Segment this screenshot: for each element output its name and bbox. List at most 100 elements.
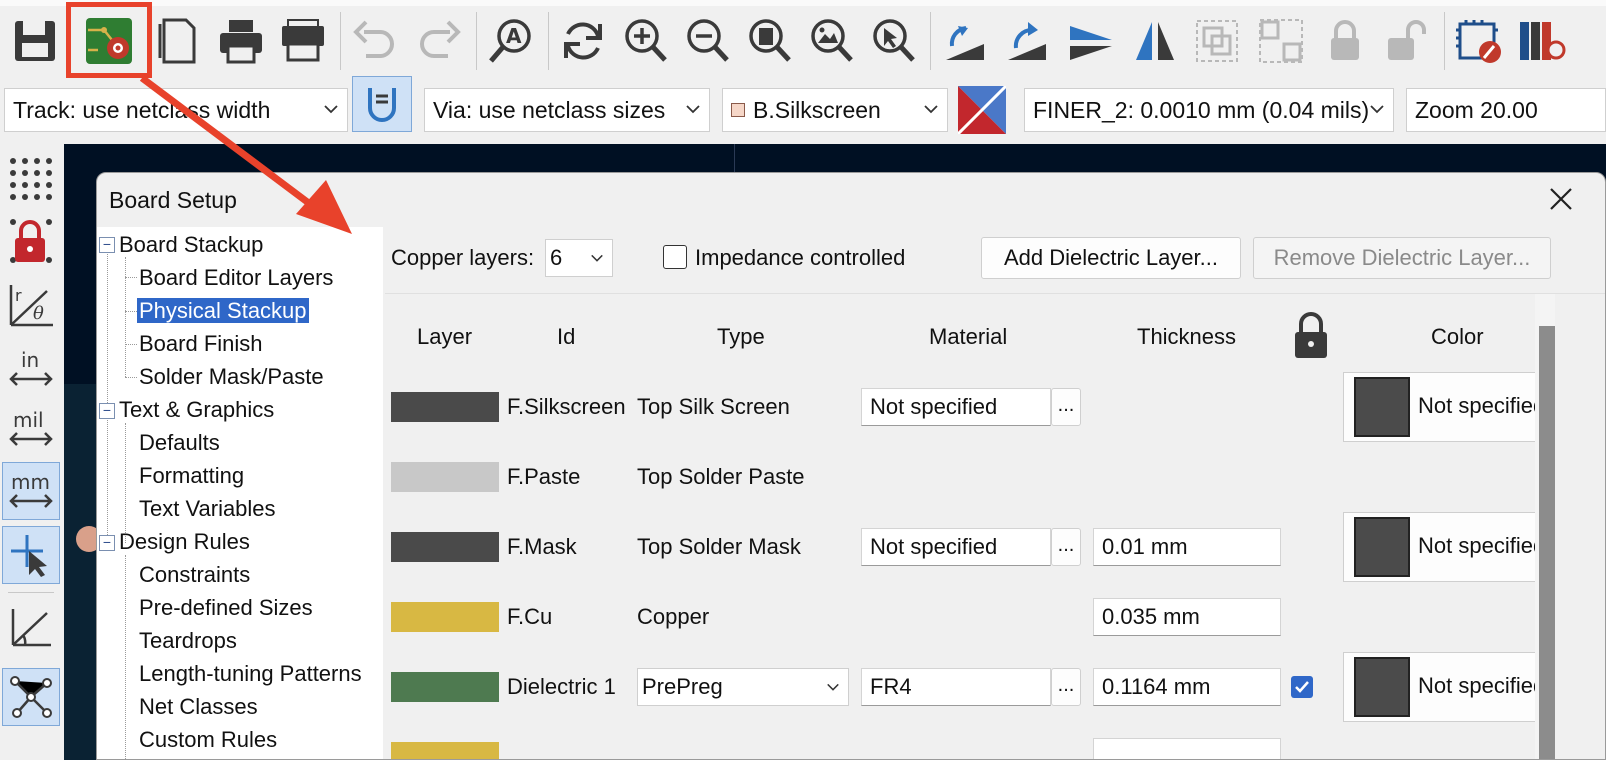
track-width-toggle-button[interactable] [352,76,412,132]
dimension-icon[interactable] [2,598,60,656]
tree-item-solder-mask-paste[interactable]: Solder Mask/Paste [139,363,324,391]
scrollbar-thumb[interactable] [1539,326,1555,759]
tree-item-design-rules[interactable]: Design Rules [119,528,250,556]
more-tools-icon[interactable] [2,734,60,760]
color-value: Not specified [1418,673,1546,698]
print-icon[interactable] [214,10,268,72]
zoom-selection-icon[interactable] [866,10,920,72]
zoom-out-icon[interactable] [680,10,734,72]
tree-collapse-icon[interactable]: − [99,237,115,253]
toolbar-separator [1444,12,1445,70]
via-size-select[interactable]: Via: use netclass sizes [424,88,710,132]
color-select[interactable]: Not specified [1343,652,1546,722]
zoom-fit-icon[interactable] [742,10,796,72]
tree-item-text-graphics[interactable]: Text & Graphics [119,396,274,424]
material-browse-button[interactable]: ... [1051,388,1081,426]
footprint-browser-icon[interactable] [1514,10,1568,72]
track-mode-icon [368,88,396,122]
tree-item-label: Board Stackup [119,232,264,257]
material-browse-button[interactable]: ... [1051,528,1081,566]
plot-icon[interactable] [276,10,330,72]
grid-value: FINER_2: 0.0010 mm (0.04 mils) [1033,96,1370,123]
rotate-cw-icon[interactable] [1000,10,1054,72]
track-width-select[interactable]: Track: use netclass width [4,88,348,132]
group-icon[interactable] [1190,10,1244,72]
layer-type: Top Silk Screen [637,394,790,419]
lock-icon [1295,312,1327,358]
tree-item-board-finish[interactable]: Board Finish [139,330,263,358]
redo-icon[interactable] [412,10,466,72]
layer-color-swatch [391,742,499,759]
tree-item-length-tuning-patterns[interactable]: Length-tuning Patterns [139,660,362,688]
tree-item-defaults[interactable]: Defaults [139,429,220,457]
mirror-icon[interactable] [1128,10,1182,72]
mils-units-icon[interactable]: mil [2,400,60,458]
millimeters-units-icon[interactable]: mm [2,462,60,520]
color-value: Not specified [1418,533,1546,558]
material-field[interactable]: Not specified [861,388,1051,426]
tree-line [125,377,137,378]
footprint-editor-icon[interactable] [1452,10,1506,72]
thickness-locked-checkbox[interactable] [1291,676,1313,698]
impedance-checkbox[interactable] [663,245,687,269]
top-strip [0,0,1606,6]
flip-icon[interactable] [1064,10,1118,72]
layer-color-swatch [391,672,499,702]
tree-item-net-classes[interactable]: Net Classes [139,693,258,721]
tree-item-text-variables[interactable]: Text Variables [139,495,276,523]
layer-color-swatch [391,392,499,422]
ratsnest-icon[interactable] [2,668,60,726]
zoom-in-icon[interactable] [618,10,672,72]
tree-collapse-icon[interactable]: − [99,535,115,551]
tree-item-constraints[interactable]: Constraints [139,561,250,589]
thickness-field[interactable]: 0.035 mm [1093,598,1281,636]
lock-icon[interactable] [1318,10,1372,72]
save-icon[interactable] [8,10,62,72]
column-header-thickness: Thickness [1137,324,1237,349]
tree-item-teardrops[interactable]: Teardrops [139,627,237,655]
unlock-icon[interactable] [1378,10,1432,72]
tree-item-formatting[interactable]: Formatting [139,462,244,490]
tree-item-board-stackup[interactable]: Board Stackup [119,231,263,259]
undo-icon[interactable] [348,10,402,72]
layer-color-swatch [391,602,499,632]
polar-coords-icon[interactable]: rθ [2,276,60,334]
grid-dots-icon[interactable] [2,150,60,208]
find-icon[interactable]: A [484,10,538,72]
layer-select[interactable]: B.Silkscreen [722,88,948,132]
zoom-objects-icon[interactable] [804,10,858,72]
add-dielectric-layer-button[interactable]: Add Dielectric Layer... [981,237,1241,279]
zoom-select[interactable]: Zoom 20.00 [1406,88,1606,132]
tree-item-board-editor-layers[interactable]: Board Editor Layers [139,264,333,292]
copper-layers-value: 6 [550,245,563,270]
color-select[interactable]: Not specified [1343,372,1545,442]
copper-layers-select[interactable]: 6 [545,239,613,277]
vertical-scrollbar[interactable] [1535,294,1555,759]
remove-dielectric-layer-button[interactable]: Remove Dielectric Layer... [1253,237,1551,279]
layer-id: F.Silkscreen [507,394,626,419]
ungroup-icon[interactable] [1254,10,1308,72]
material-browse-button[interactable]: ... [1051,668,1081,706]
page-settings-icon[interactable] [150,10,204,72]
rotate-ccw-icon[interactable] [938,10,992,72]
material-field[interactable]: Not specified [861,528,1051,566]
material-field[interactable]: FR4 [861,668,1051,706]
inches-units-icon[interactable]: in [2,340,60,398]
tree-item-custom-rules[interactable]: Custom Rules [139,726,277,754]
thickness-field[interactable]: 0.01 mm [1093,528,1281,566]
dielectric-type-select[interactable]: PrePreg [637,668,849,706]
layer-color-swatch [391,532,499,562]
grid-lock-icon[interactable] [2,212,60,270]
close-icon[interactable] [1545,183,1577,215]
layer-pair-icon[interactable] [956,84,1008,136]
grid-select[interactable]: FINER_2: 0.0010 mm (0.04 mils) [1024,88,1394,132]
thickness-field[interactable] [1093,738,1281,759]
cursor-crosshair-icon[interactable] [2,526,60,584]
svg-text:A: A [506,24,522,48]
refresh-icon[interactable] [556,10,610,72]
tree-item-predefined-sizes[interactable]: Pre-defined Sizes [139,594,313,622]
thickness-field[interactable]: 0.1164 mm [1093,668,1281,706]
tree-collapse-icon[interactable]: − [99,403,115,419]
color-select[interactable]: Not specified [1343,512,1546,582]
tree-item-physical-stackup[interactable]: Physical Stackup [137,297,309,325]
